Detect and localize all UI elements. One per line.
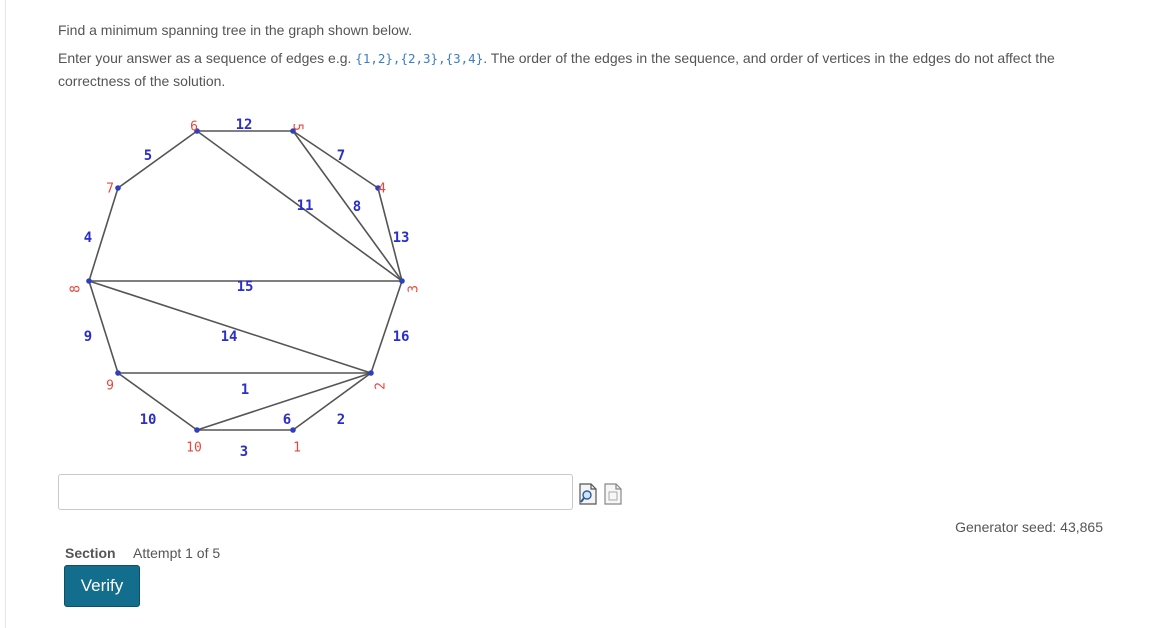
- vertex-label-10: 10: [186, 441, 202, 456]
- help-icon[interactable]: [603, 483, 623, 505]
- edge-weight-1-2: 2: [337, 412, 345, 428]
- vertex-label-5: 5: [290, 123, 305, 131]
- edge-9-10: [117, 372, 198, 431]
- edge-3-2: [370, 280, 403, 374]
- graph-diagram: 125 711 8134159 14 16110 63212345678910: [69, 117, 422, 460]
- vertex-label-4: 4: [378, 182, 386, 197]
- preview-icon[interactable]: [578, 483, 598, 505]
- vertex-label-9: 9: [106, 379, 114, 394]
- verify-button[interactable]: Verify: [64, 565, 140, 607]
- edge-weight-10-2: 6: [283, 412, 291, 428]
- vertex-label-7: 7: [106, 182, 114, 197]
- attempt-counter: Attempt 1 of 5: [133, 545, 221, 561]
- edge-weight-8-3: 15: [237, 279, 254, 295]
- vertex-label-8: 8: [69, 285, 84, 293]
- vertex-10: [194, 427, 200, 433]
- vertex-1: [290, 427, 296, 433]
- edge-weight-3-2: 16: [393, 329, 410, 345]
- edge-weight-5-3: 8: [353, 199, 361, 215]
- answer-input[interactable]: [58, 474, 573, 510]
- edge-weight-6-5: 12: [236, 117, 253, 133]
- edge-weight-6-3: 11: [297, 198, 314, 214]
- vertex-2: [368, 370, 374, 376]
- vertex-label-2: 2: [374, 382, 389, 390]
- edge-weight-8-2: 14: [221, 329, 238, 345]
- edge-weight-8-9: 9: [84, 329, 92, 345]
- edge-weight-4-3: 13: [393, 230, 410, 246]
- vertex-7: [115, 185, 121, 191]
- vertex-9: [115, 370, 121, 376]
- edge-weight-8-7: 4: [84, 230, 92, 246]
- edge-weight-7-6: 5: [144, 148, 152, 164]
- edge-weight-9-2: 1: [241, 382, 249, 398]
- edge-weight-5-4: 7: [337, 148, 345, 164]
- vertex-label-6: 6: [190, 120, 198, 135]
- edge-weight-9-10: 10: [140, 412, 157, 428]
- edge-8-9: [88, 280, 119, 374]
- vertex-3: [399, 278, 405, 284]
- section-label: Section: [65, 545, 116, 561]
- vertex-8: [86, 278, 92, 284]
- edge-1-2: [292, 372, 372, 431]
- generator-seed: Generator seed: 43,865: [955, 519, 1103, 535]
- edge-7-6: [117, 130, 198, 189]
- edge-8-2: [88, 280, 372, 374]
- edge-5-4: [292, 130, 379, 189]
- edge-8-7: [88, 187, 119, 282]
- vertex-label-3: 3: [407, 285, 422, 293]
- edge-weight-10-1: 3: [240, 444, 248, 460]
- vertex-label-1: 1: [293, 441, 301, 456]
